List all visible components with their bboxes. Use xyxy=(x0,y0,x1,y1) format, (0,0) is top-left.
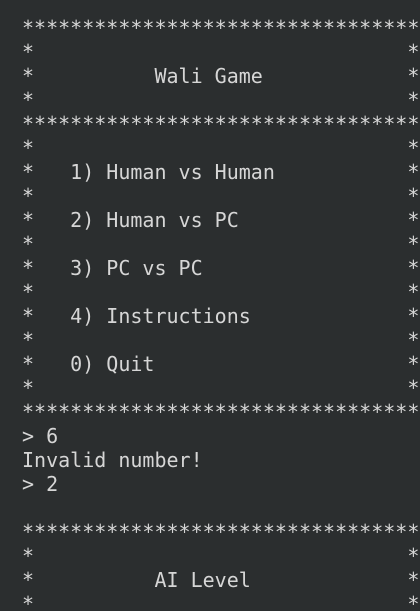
menu-option-quit: * 0) Quit * xyxy=(22,352,420,376)
menu-border-line: * * xyxy=(22,232,420,256)
menu-option-pc-vs-pc: * 3) PC vs PC * xyxy=(22,256,420,280)
ai-level-title: * AI Level * xyxy=(22,568,420,592)
error-message: Invalid number! xyxy=(22,448,203,472)
terminal-window[interactable]: ********************************* * * * … xyxy=(0,0,420,611)
ai-level-border-line: * * xyxy=(22,592,420,611)
menu-border-line: * * xyxy=(22,184,420,208)
ai-level-border-top: ********************************* xyxy=(22,520,420,544)
menu-border-bottom: ********************************* xyxy=(22,400,420,424)
menu-border-line: * * xyxy=(22,328,420,352)
menu-border-line: * * xyxy=(22,376,420,400)
menu-border-line: * * xyxy=(22,280,420,304)
menu-border-line: * * xyxy=(22,136,420,160)
menu-border-line: * * xyxy=(22,88,420,112)
menu-border-divider: ********************************* xyxy=(22,112,420,136)
menu-title: * Wali Game * xyxy=(22,64,420,88)
ai-level-border-line: * * xyxy=(22,544,420,568)
user-input-line: > 6 xyxy=(22,424,59,448)
user-input-line: > 2 xyxy=(22,472,59,496)
menu-border-line: * * xyxy=(22,40,420,64)
menu-option-human-vs-pc: * 2) Human vs PC * xyxy=(22,208,420,232)
menu-option-instructions: * 4) Instructions * xyxy=(22,304,420,328)
menu-border-top: ********************************* xyxy=(22,16,420,40)
menu-option-human-vs-human: * 1) Human vs Human * xyxy=(22,160,420,184)
